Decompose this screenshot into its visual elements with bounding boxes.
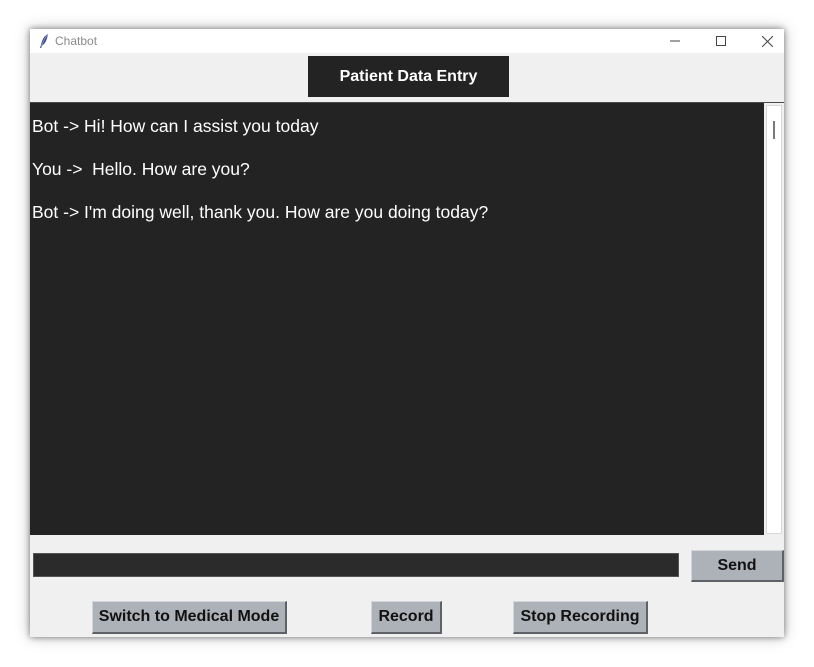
minimize-button[interactable]	[652, 29, 698, 53]
maximize-icon	[716, 36, 726, 46]
switch-to-medical-mode-button[interactable]: Switch to Medical Mode	[92, 601, 287, 634]
chat-scrollbar[interactable]	[764, 103, 784, 536]
action-bar: Switch to Medical Mode Record Stop Recor…	[30, 585, 784, 637]
chat-message: You -> Hello. How are you?	[32, 159, 250, 179]
maximize-button[interactable]	[698, 29, 744, 53]
scrollbar-track[interactable]	[766, 105, 782, 534]
chat-message: Bot -> Hi! How can I assist you today	[32, 116, 319, 136]
message-input[interactable]	[33, 553, 679, 577]
record-button[interactable]: Record	[371, 601, 442, 634]
close-button[interactable]	[744, 29, 784, 53]
chat-message: Bot -> I'm doing well, thank you. How ar…	[32, 202, 489, 222]
header-area: Patient Data Entry	[30, 53, 784, 102]
feather-icon	[38, 33, 50, 49]
chat-log[interactable]: Bot -> Hi! How can I assist you today Yo…	[30, 102, 784, 536]
patient-data-entry-button[interactable]: Patient Data Entry	[308, 56, 509, 97]
chatbot-window: Chatbot Patient Data Entry Bot -> Hi! Ho…	[30, 29, 784, 637]
chat-messages: Bot -> Hi! How can I assist you today Yo…	[32, 115, 760, 244]
window-title: Chatbot	[55, 34, 98, 48]
scrollbar-thumb[interactable]	[773, 121, 775, 139]
stop-recording-button[interactable]: Stop Recording	[513, 601, 648, 634]
input-row: Send	[30, 535, 784, 585]
send-button[interactable]: Send	[691, 550, 784, 582]
close-icon	[761, 35, 773, 47]
title-bar[interactable]: Chatbot	[30, 29, 784, 53]
minimize-icon	[670, 36, 680, 46]
